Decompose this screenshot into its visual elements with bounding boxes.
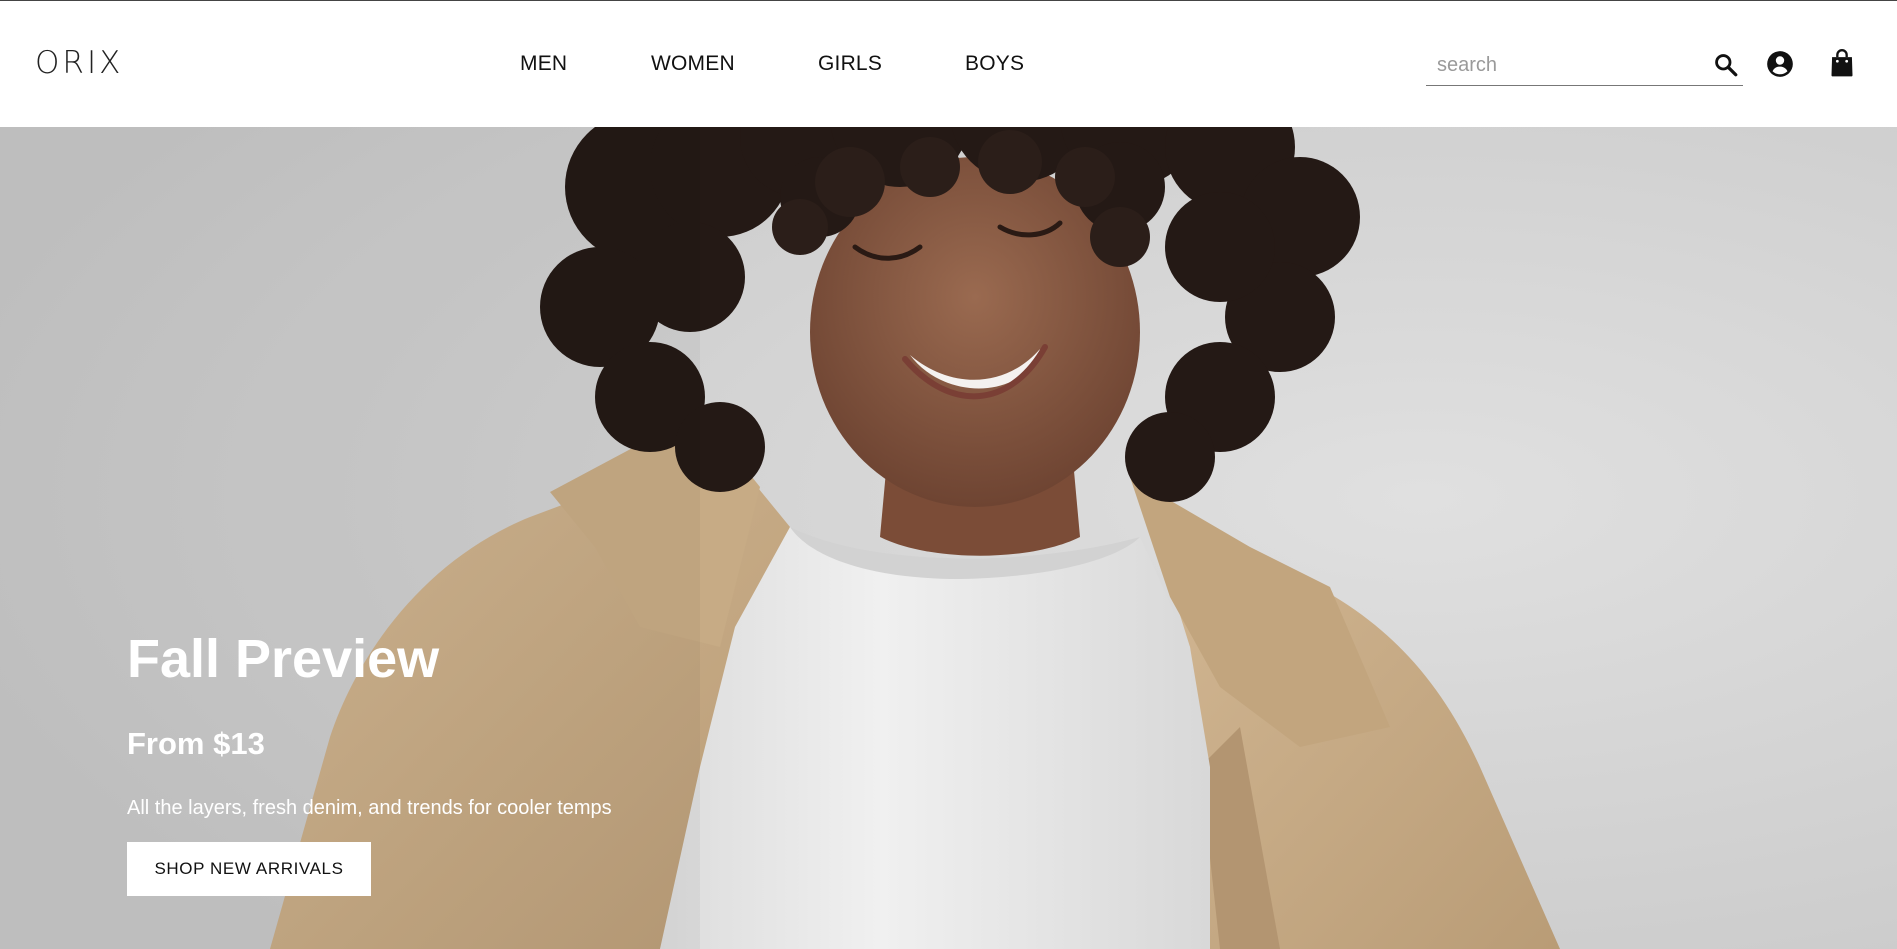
search-input[interactable]	[1435, 51, 1699, 79]
nav-link-men[interactable]: MEN	[520, 49, 567, 79]
search-icon[interactable]	[1713, 52, 1739, 78]
brand-logo[interactable]: ORIX	[35, 45, 123, 81]
hero-banner: Fall Preview From $13 All the layers, fr…	[0, 127, 1897, 949]
nav-link-boys[interactable]: BOYS	[965, 49, 1024, 79]
hero-description: All the layers, fresh denim, and trends …	[127, 797, 612, 819]
account-circle-icon[interactable]	[1766, 50, 1794, 78]
nav-link-women[interactable]: WOMEN	[651, 49, 735, 79]
hero-price: From $13	[127, 726, 265, 761]
nav-link-girls[interactable]: GIRLS	[818, 49, 882, 79]
hero-photo	[0, 127, 1897, 949]
site-header: ORIX MEN WOMEN GIRLS BOYS	[0, 1, 1897, 127]
shopping-bag-icon[interactable]	[1830, 49, 1854, 77]
shop-new-arrivals-button[interactable]: SHOP NEW ARRIVALS	[127, 842, 371, 896]
hero-title: Fall Preview	[127, 629, 440, 689]
search-bar	[1426, 45, 1743, 86]
